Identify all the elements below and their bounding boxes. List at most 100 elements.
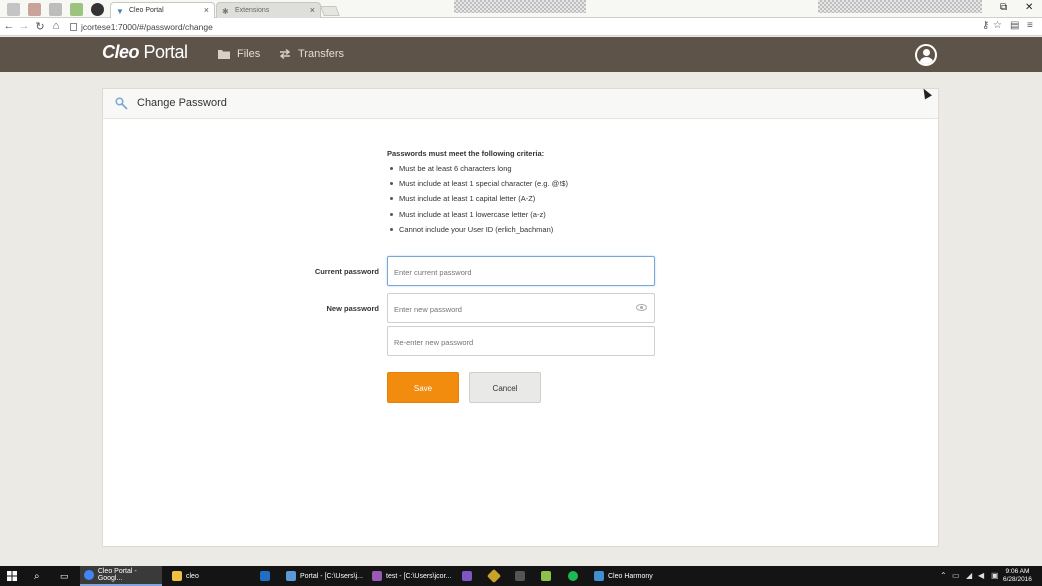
current-password-label: Current password [314, 267, 379, 276]
folder-icon [172, 571, 182, 581]
tab-extensions[interactable]: ✱ Extensions × [216, 2, 321, 18]
cleo-favicon-icon: ▼ [116, 7, 124, 16]
pinned-tab-3[interactable] [49, 3, 62, 16]
chrome-icon [84, 570, 94, 580]
user-avatar-icon[interactable] [915, 44, 937, 66]
new-password-label: New password [326, 304, 379, 313]
windows-logo-icon [7, 571, 17, 581]
tab-title: Cleo Portal [129, 7, 164, 14]
criteria-item: Must be at least 6 characters long [387, 164, 568, 179]
taskbar-item-visual-studio[interactable] [458, 566, 478, 586]
tray-volume-icon[interactable]: ◀ [978, 571, 984, 580]
restore-window-icon[interactable]: ⧉ [1000, 2, 1007, 13]
criteria-item: Must include at least 1 special characte… [387, 179, 568, 194]
taskbar-item-label: Portal - [C:\Users\j... [300, 572, 364, 580]
save-button[interactable]: Save [387, 372, 459, 403]
taskbar-item-app-diamond[interactable] [485, 566, 505, 586]
browser-tab-strip: ▼ Cleo Portal × ✱ Extensions × ⧉ ✕ [0, 0, 1042, 18]
taskbar-clock[interactable]: 9:06 AM 6/28/2016 [1003, 568, 1032, 584]
key-icon[interactable]: ⚷ [982, 20, 989, 31]
nav-files-label: Files [237, 48, 261, 60]
diamond-icon [486, 568, 502, 584]
obscured-region [454, 0, 586, 13]
criteria-item: Must include at least 1 lowercase letter… [387, 210, 568, 225]
criteria-list: Must be at least 6 characters long Must … [387, 164, 568, 240]
taskbar-item-cleo-folder[interactable]: cleo [168, 566, 254, 586]
ide-icon [372, 571, 382, 581]
taskbar-item-label: Cleo Portal - Googl... [97, 568, 137, 582]
show-password-eye-icon[interactable] [636, 304, 647, 311]
github-icon[interactable] [91, 3, 104, 16]
pinned-tab-2[interactable] [28, 3, 41, 16]
nav-transfers-label: Transfers [298, 48, 345, 60]
address-bar[interactable]: jcortese1:7000/#/password/change [66, 20, 973, 34]
tab-cleo-portal[interactable]: ▼ Cleo Portal × [110, 2, 215, 18]
hash-icon [515, 571, 525, 581]
taskbar-item-hash[interactable] [511, 566, 531, 586]
nav-files[interactable]: Files [218, 48, 260, 60]
close-tab-icon[interactable]: × [310, 5, 315, 15]
password-criteria: Passwords must meet the following criter… [387, 149, 568, 240]
card-header: Change Password [103, 89, 938, 119]
criteria-item: Must include at least 1 capital letter (… [387, 194, 568, 209]
nav-transfers[interactable]: Transfers [279, 48, 344, 60]
taskbar-item-label: Cleo Harmony [608, 572, 653, 580]
url-text: jcortese1:7000/#/password/change [81, 22, 213, 32]
close-tab-icon[interactable]: × [204, 5, 209, 15]
change-password-card: Change Password Passwords must meet the … [102, 88, 939, 547]
clock-time: 9:06 AM [1005, 568, 1030, 575]
taskbar-item-portal-ide[interactable]: Portal - [C:\Users\j... [282, 566, 364, 586]
spotify-icon [568, 571, 578, 581]
clock-date: 6/28/2016 [1003, 576, 1032, 583]
current-password-input[interactable] [394, 268, 654, 277]
tray-battery-icon[interactable]: ▭ [952, 571, 960, 580]
notepad-icon [541, 571, 551, 581]
app-header: Cleo Portal Files Transfers [0, 37, 1042, 72]
search-icon[interactable]: ⌕ [30, 566, 48, 586]
taskbar-item-spotify[interactable] [564, 566, 584, 586]
bookmark-star-icon[interactable]: ☆ [993, 20, 1002, 31]
ide-icon [286, 571, 296, 581]
folder-icon [218, 50, 230, 59]
tab-title: Extensions [235, 7, 270, 14]
transfer-arrows-icon [279, 49, 291, 59]
pinned-tab-1[interactable] [7, 3, 20, 16]
taskbar-item-test-ide[interactable]: test - [C:\Users\jcor... [368, 566, 452, 586]
reenter-password-field[interactable] [387, 326, 655, 356]
cleo-harmony-icon [594, 571, 604, 581]
page-icon [70, 23, 77, 31]
extension-icon[interactable]: ▤ [1010, 20, 1019, 31]
key-search-icon [115, 97, 128, 110]
menu-icon[interactable]: ≡ [1027, 20, 1033, 31]
pinned-tab-4[interactable] [70, 3, 83, 16]
taskbar-item-cleo-harmony[interactable]: Cleo Harmony [590, 566, 662, 586]
close-window-icon[interactable]: ✕ [1025, 2, 1033, 13]
taskbar-item-label: cleo [186, 572, 199, 580]
outlook-icon [260, 571, 270, 581]
reload-icon[interactable]: ↻ [34, 20, 46, 33]
start-button[interactable] [3, 566, 21, 586]
task-view-icon[interactable]: ▭ [56, 566, 74, 586]
visual-studio-icon [462, 571, 472, 581]
home-icon[interactable]: ⌂ [50, 20, 62, 32]
new-password-input[interactable] [394, 305, 629, 314]
browser-toolbar: ← → ↻ ⌂ jcortese1:7000/#/password/change… [0, 18, 1042, 36]
windows-taskbar: ⌕ ▭ Cleo Portal - Googl... cleo Portal -… [0, 566, 1042, 586]
cancel-button[interactable]: Cancel [469, 372, 541, 403]
taskbar-item-outlook[interactable] [256, 566, 278, 586]
new-password-field[interactable] [387, 293, 655, 323]
back-icon[interactable]: ← [3, 20, 15, 32]
taskbar-item-label: test - [C:\Users\jcor... [386, 572, 452, 580]
cleo-portal-logo[interactable]: Cleo Portal [102, 42, 188, 63]
current-password-field[interactable] [387, 256, 655, 286]
taskbar-item-notepad[interactable] [537, 566, 557, 586]
tray-notifications-icon[interactable]: ▣ [991, 571, 999, 580]
taskbar-item-chrome[interactable]: Cleo Portal - Googl... [80, 566, 162, 586]
new-tab-button[interactable] [320, 6, 340, 16]
forward-icon[interactable]: → [18, 20, 30, 32]
tray-chevron-icon[interactable]: ⌃ [940, 571, 947, 580]
puzzle-icon: ✱ [222, 7, 229, 16]
page-title: Change Password [137, 97, 227, 109]
tray-wifi-icon[interactable]: ◢ [966, 571, 972, 580]
reenter-password-input[interactable] [394, 338, 654, 347]
